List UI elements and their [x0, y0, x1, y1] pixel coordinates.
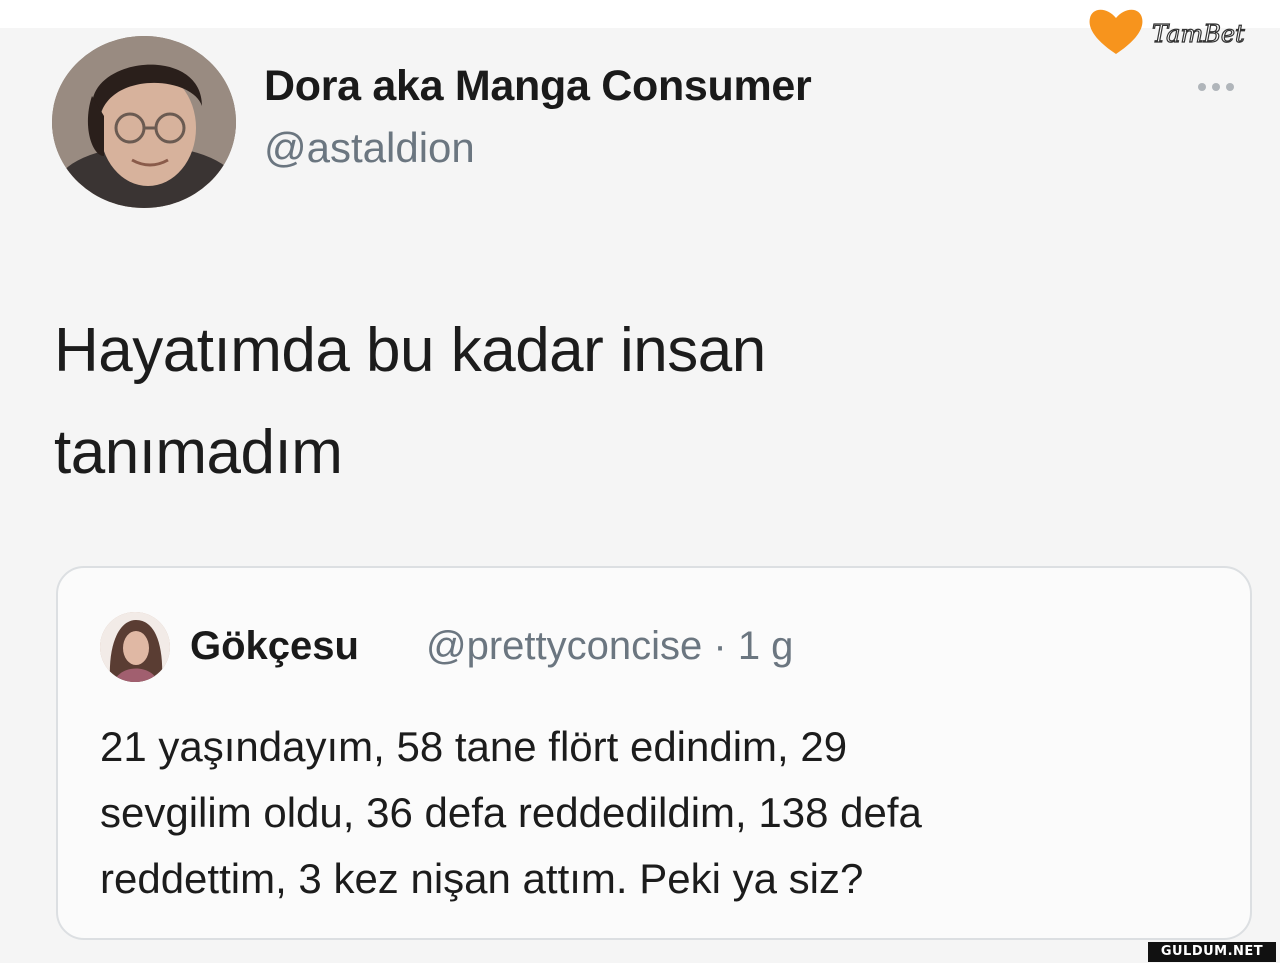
- more-dot: [1226, 83, 1234, 91]
- quoted-text-line: sevgilim oldu, 36 defa reddedildim, 138 …: [100, 789, 922, 836]
- quoted-text-line: 21 yaşındayım, 58 tane flört edindim, 29: [100, 723, 848, 770]
- quoted-text-line: reddettim, 3 kez nişan attım. Peki ya si…: [100, 855, 864, 902]
- quoted-author-avatar[interactable]: [100, 612, 170, 682]
- heart-icon: TamBet: [1089, 9, 1246, 54]
- author-display-name[interactable]: Dora aka Manga Consumer: [264, 62, 812, 111]
- quoted-author-photo: [100, 612, 170, 682]
- quoted-tweet-card[interactable]: Gökçesu @prettyconcise · 1 g 21 yaşınday…: [56, 566, 1252, 940]
- author-photo: [52, 36, 236, 208]
- author-avatar[interactable]: [52, 36, 236, 208]
- quoted-author-display-name[interactable]: Gökçesu: [190, 624, 359, 669]
- more-dot: [1212, 83, 1220, 91]
- more-dot: [1198, 83, 1206, 91]
- tweet-text: Hayatımda bu kadar insan tanımadım: [54, 300, 1054, 504]
- tambet-watermark: TamBet: [1086, 4, 1256, 60]
- guldum-watermark: GULDUM.NET: [1148, 942, 1276, 962]
- tweet-text-line: tanımadım: [54, 418, 343, 487]
- quoted-author-handle-time[interactable]: @prettyconcise · 1 g: [426, 624, 793, 669]
- more-horizontal-icon[interactable]: [1198, 78, 1248, 92]
- tweet-text-line: Hayatımda bu kadar insan: [54, 316, 766, 385]
- quoted-tweet-text: 21 yaşındayım, 58 tane flört edindim, 29…: [100, 714, 1210, 912]
- author-handle[interactable]: @astaldion: [264, 124, 475, 172]
- tambet-logo-text: TamBet: [1152, 20, 1245, 48]
